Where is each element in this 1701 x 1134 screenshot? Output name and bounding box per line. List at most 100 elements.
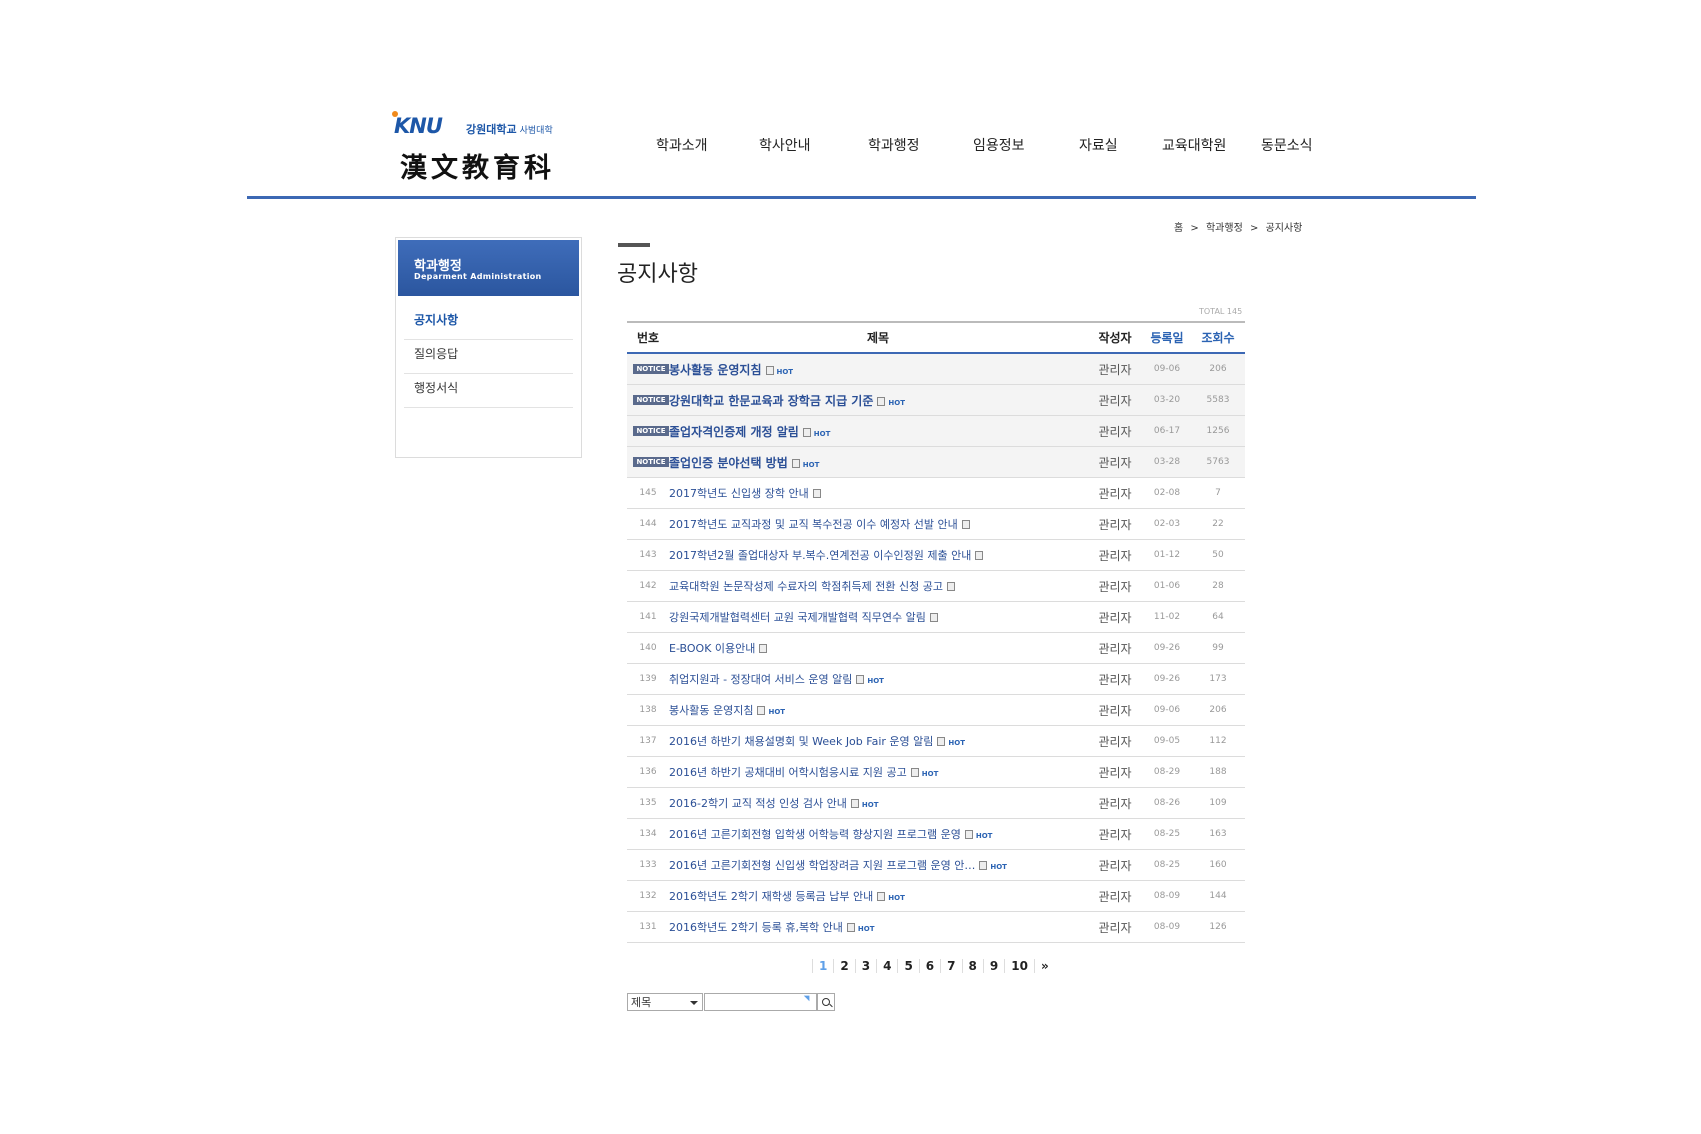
breadcrumb-home[interactable]: 홈 (1174, 223, 1183, 234)
breadcrumb-current: 공지사항 (1265, 223, 1303, 234)
page-link-6[interactable]: 6 (918, 959, 940, 973)
row-subject-link[interactable]: E-BOOK 이용안내 (669, 642, 755, 655)
header-author: 작성자 (1087, 321, 1143, 354)
notice-row[interactable]: NOTICE 강원대학교 한문교육과 장학금 지급 기준 HOT 관리자 03-20 55… (627, 384, 1245, 416)
table-row[interactable]: 135 2016-2학기 교직 적성 인성 검사 안내 HOT 관리자 08-26 109 (627, 787, 1245, 819)
side-item-notice[interactable]: 공지사항 (404, 306, 573, 340)
row-subject-link[interactable]: 졸업인증 분야선택 방법 (669, 456, 788, 470)
header-views[interactable]: 조회수 (1191, 321, 1245, 354)
row-subject-link[interactable]: 2016년 고른기회전형 신입생 학업장려금 지원 프로그램 운영 안… (669, 859, 975, 872)
page-link-3[interactable]: 3 (854, 959, 876, 973)
header-date[interactable]: 등록일 (1143, 321, 1191, 354)
row-number: 140 (627, 632, 669, 664)
row-subject-link[interactable]: 취업지원과 - 정장대여 서비스 운영 알림 (669, 673, 852, 686)
row-subject-link[interactable]: 2016-2학기 교직 적성 인성 검사 안내 (669, 797, 847, 810)
table-row[interactable]: 143 2017학년2월 졸업대상자 부.복수.연계전공 이수인정원 제출 안내 관… (627, 539, 1245, 571)
page-link-5[interactable]: 5 (897, 959, 918, 973)
row-subject-cell: 졸업인증 분야선택 방법 HOT (669, 446, 1087, 478)
row-date: 08-25 (1143, 818, 1191, 850)
side-item-qna[interactable]: 질의응답 (404, 340, 573, 374)
table-row[interactable]: 139 취업지원과 - 정장대여 서비스 운영 알림 HOT 관리자 09-26 173 (627, 663, 1245, 695)
table-row[interactable]: 134 2016년 고른기회전형 입학생 어학능력 향상지원 프로그램 운영 HOT… (627, 818, 1245, 850)
row-views: 64 (1191, 601, 1245, 633)
table-row[interactable]: 133 2016년 고른기회전형 신입생 학업장려금 지원 프로그램 운영 안… H… (627, 849, 1245, 881)
notice-badge: NOTICE (633, 426, 669, 436)
row-subject-link[interactable]: 2017학년도 교직과정 및 교직 복수전공 이수 예정자 선발 안내 (669, 518, 958, 531)
search-field-select[interactable]: 제목 (627, 993, 703, 1011)
table-row[interactable]: 131 2016학년도 2학기 등록 휴,복학 안내 HOT 관리자 08-09 126 (627, 911, 1245, 943)
table-row[interactable]: 142 교육대학원 논문작성제 수료자의 학점취득제 전환 신청 공고 관리자 01-… (627, 570, 1245, 602)
row-date: 02-08 (1143, 477, 1191, 509)
side-menu: 학과행정 Deparment Administration 공지사항 질의응답 … (395, 237, 582, 458)
table-row[interactable]: 138 봉사활동 운영지침 HOT 관리자 09-06 206 (627, 694, 1245, 726)
notice-board: 번호 제목 작성자 등록일 조회수 NOTICE 봉사활동 운영지침 HOT 관리자 0… (627, 321, 1245, 943)
notice-row[interactable]: NOTICE 졸업자격인증제 개정 알림 HOT 관리자 06-17 1256 (627, 415, 1245, 447)
nav-item-graduate-school[interactable]: 교육대학원 (1162, 135, 1226, 155)
side-item-forms[interactable]: 행정서식 (404, 374, 573, 408)
row-views: 1256 (1191, 415, 1245, 447)
hot-badge: HOT (975, 832, 993, 840)
notice-row[interactable]: NOTICE 졸업인증 분야선택 방법 HOT 관리자 03-28 5763 (627, 446, 1245, 478)
row-date: 08-26 (1143, 787, 1191, 819)
nav-item-alumni[interactable]: 동문소식 (1261, 135, 1313, 155)
page-link-8[interactable]: 8 (961, 959, 983, 973)
row-views: 22 (1191, 508, 1245, 540)
hot-badge: HOT (861, 801, 879, 809)
search-button[interactable] (817, 993, 835, 1011)
attachment-icon (946, 582, 955, 591)
row-author: 관리자 (1087, 539, 1143, 571)
site-logo[interactable]: KNU 강원대학교 사범대학 漢文教育科 (392, 110, 574, 184)
search-input[interactable] (704, 992, 817, 1011)
row-number: 132 (627, 880, 669, 912)
row-subject-link[interactable]: 2017학년도 신입생 장학 안내 (669, 487, 809, 500)
attachment-icon (765, 365, 774, 375)
page-link-4[interactable]: 4 (876, 959, 897, 973)
row-subject-link[interactable]: 2016년 고른기회전형 입학생 어학능력 향상지원 프로그램 운영 (669, 828, 961, 841)
row-subject-link[interactable]: 봉사활동 운영지침 (669, 704, 753, 717)
page-link-9[interactable]: 9 (982, 959, 1004, 973)
page-link-7[interactable]: 7 (940, 959, 961, 973)
row-number: 143 (627, 539, 669, 571)
row-subject-cell: 2016학년도 2학기 재학생 등록금 납부 안내 HOT (669, 880, 1087, 912)
attachment-icon (846, 923, 855, 932)
table-row[interactable]: 140 E-BOOK 이용안내 관리자 09-26 99 (627, 632, 1245, 664)
row-author: 관리자 (1087, 570, 1143, 602)
row-subject-cell: 2016년 고른기회전형 입학생 어학능력 향상지원 프로그램 운영 HOT (669, 818, 1087, 850)
row-subject-link[interactable]: 2016학년도 2학기 등록 휴,복학 안내 (669, 921, 843, 934)
row-subject-link[interactable]: 2016년 하반기 공채대비 어학시험응시료 지원 공고 (669, 766, 907, 779)
hot-badge: HOT (802, 460, 820, 469)
row-subject-link[interactable]: 2016학년도 2학기 재학생 등록금 납부 안내 (669, 890, 873, 903)
row-subject-link[interactable]: 봉사활동 운영지침 (669, 363, 762, 377)
table-row[interactable]: 132 2016학년도 2학기 재학생 등록금 납부 안내 HOT 관리자 08-09 1… (627, 880, 1245, 912)
nav-item-intro[interactable]: 학과소개 (656, 135, 708, 155)
hot-badge: HOT (867, 677, 884, 685)
table-row[interactable]: 136 2016년 하반기 공채대비 어학시험응시료 지원 공고 HOT 관리자 08-… (627, 756, 1245, 788)
row-author: 관리자 (1087, 694, 1143, 726)
page-link-1[interactable]: 1 (812, 959, 833, 973)
row-subject-link[interactable]: 졸업자격인증제 개정 알림 (669, 425, 799, 439)
row-author: 관리자 (1087, 663, 1143, 695)
page-next-button[interactable]: » (1033, 959, 1055, 973)
nav-item-employment[interactable]: 임용정보 (973, 135, 1025, 155)
table-row[interactable]: 141 강원국제개발협력센터 교원 국제개발협력 직무연수 알림 관리자 11-02 6… (627, 601, 1245, 633)
nav-item-archive[interactable]: 자료실 (1079, 135, 1118, 155)
table-row[interactable]: 137 2016년 하반기 채용설명회 및 Week Job Fair 운영 알림… (627, 725, 1245, 757)
input-corner-icon (803, 992, 813, 1002)
page-link-10[interactable]: 10 (1004, 959, 1034, 973)
row-subject-link[interactable]: 교육대학원 논문작성제 수료자의 학점취득제 전환 신청 공고 (669, 580, 943, 593)
row-number: 134 (627, 818, 669, 850)
attachment-icon (877, 396, 886, 406)
row-subject-link[interactable]: 2016년 하반기 채용설명회 및 Week Job Fair 운영 알림 (669, 735, 933, 748)
row-subject-link[interactable]: 강원국제개발협력센터 교원 국제개발협력 직무연수 알림 (669, 611, 926, 624)
table-row[interactable]: 145 2017학년도 신입생 장학 안내 관리자 02-08 7 (627, 477, 1245, 509)
notice-row[interactable]: NOTICE 봉사활동 운영지침 HOT 관리자 09-06 206 (627, 353, 1245, 385)
nav-item-admin[interactable]: 학과행정 (868, 135, 920, 155)
row-author: 관리자 (1087, 880, 1143, 912)
row-subject-link[interactable]: 강원대학교 한문교육과 장학금 지급 기준 (669, 394, 873, 408)
table-row[interactable]: 144 2017학년도 교직과정 및 교직 복수전공 이수 예정자 선발 안내 관리… (627, 508, 1245, 540)
row-subject-link[interactable]: 2017학년2월 졸업대상자 부.복수.연계전공 이수인정원 제출 안내 (669, 549, 971, 562)
nav-item-academic[interactable]: 학사안내 (759, 135, 811, 155)
row-views: 5583 (1191, 384, 1245, 416)
breadcrumb-section[interactable]: 학과행정 (1206, 223, 1243, 234)
page-link-2[interactable]: 2 (833, 959, 854, 973)
